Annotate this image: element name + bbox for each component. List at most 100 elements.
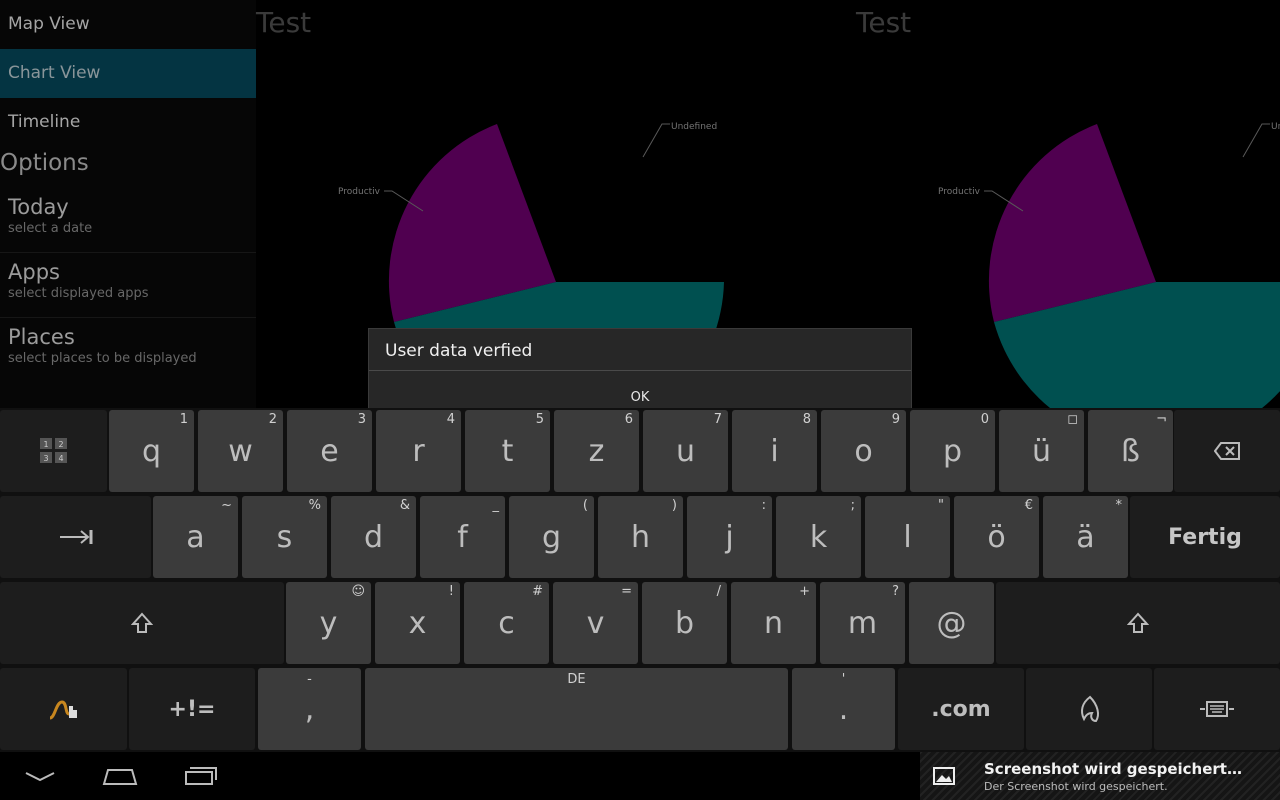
key-hint: % bbox=[308, 498, 321, 513]
keyboard-hide-icon bbox=[1200, 701, 1234, 717]
key-i[interactable]: 8i bbox=[732, 410, 817, 492]
key-label: x bbox=[408, 605, 427, 641]
key-hint: 3 bbox=[357, 412, 366, 427]
key-z[interactable]: 6z bbox=[554, 410, 639, 492]
hide-keyboard-key[interactable] bbox=[1154, 668, 1280, 750]
key-hint: 5 bbox=[535, 412, 544, 427]
language-label: DE bbox=[567, 672, 586, 687]
key-label: r bbox=[412, 433, 425, 469]
key-l[interactable]: " l bbox=[865, 496, 950, 578]
key-t[interactable]: 5t bbox=[465, 410, 550, 492]
key-hint: ' bbox=[841, 672, 846, 687]
back-button[interactable] bbox=[0, 758, 80, 794]
key-hint: ! bbox=[448, 584, 454, 599]
key-b[interactable]: / b bbox=[642, 582, 727, 664]
key-hint: 0 bbox=[980, 412, 989, 427]
key-hint: + bbox=[799, 584, 810, 599]
key-n[interactable]: + n bbox=[731, 582, 816, 664]
key-o[interactable]: 9o bbox=[821, 410, 906, 492]
key-hint: ( bbox=[582, 498, 588, 513]
key-label: j bbox=[725, 519, 734, 555]
key-hint: 6 bbox=[624, 412, 633, 427]
comma-key[interactable]: - , bbox=[258, 668, 361, 750]
key-ä[interactable]: * ä bbox=[1043, 496, 1128, 578]
key-label: v bbox=[586, 605, 605, 641]
key-p[interactable]: 0p bbox=[910, 410, 995, 492]
svg-text:1: 1 bbox=[43, 440, 48, 449]
key-hint: ) bbox=[671, 498, 677, 513]
key-j[interactable]: :j bbox=[687, 496, 772, 578]
key-label: z bbox=[588, 433, 605, 469]
key-u[interactable]: 7u bbox=[643, 410, 728, 492]
swype-key[interactable] bbox=[0, 668, 127, 750]
key-label: c bbox=[498, 605, 515, 641]
key-label: n bbox=[763, 605, 783, 641]
shift-key-right[interactable] bbox=[996, 582, 1280, 664]
svg-text:3: 3 bbox=[43, 454, 48, 463]
tab-key[interactable] bbox=[0, 496, 151, 578]
key-label: d bbox=[363, 519, 384, 555]
space-key[interactable]: DE bbox=[365, 668, 788, 750]
key-c[interactable]: # c bbox=[464, 582, 549, 664]
key-label: m bbox=[847, 605, 878, 641]
key-label: t bbox=[501, 433, 514, 469]
done-key[interactable]: Fertig bbox=[1130, 496, 1280, 578]
key-q[interactable]: 1q bbox=[109, 410, 194, 492]
key-label: ä bbox=[1076, 519, 1095, 555]
key-hint: ; bbox=[850, 498, 855, 513]
key-label: @ bbox=[936, 605, 967, 641]
recents-button[interactable] bbox=[160, 758, 240, 794]
key-s[interactable]: % s bbox=[242, 496, 327, 578]
key-label: ü bbox=[1031, 433, 1051, 469]
key-label: g bbox=[541, 519, 562, 555]
backspace-icon bbox=[1214, 442, 1240, 460]
symbols-key[interactable]: +!= bbox=[129, 668, 255, 750]
key-d[interactable]: & d bbox=[331, 496, 416, 578]
key-hint: ~ bbox=[221, 498, 232, 513]
screenshot-notification[interactable]: Screenshot wird gespeichert… Der Screens… bbox=[920, 752, 1280, 800]
dialog-title: User data verfied bbox=[369, 329, 911, 371]
shift-icon bbox=[1127, 612, 1149, 633]
key-label: u bbox=[675, 433, 695, 469]
key-h[interactable]: ) h bbox=[598, 496, 683, 578]
key-label: p bbox=[942, 433, 963, 469]
key-r[interactable]: 4r bbox=[376, 410, 461, 492]
numpad-key[interactable]: 1 2 3 4 bbox=[0, 410, 107, 492]
key-hint: 2 bbox=[268, 412, 277, 427]
key-g[interactable]: (g bbox=[509, 496, 594, 578]
key-f[interactable]: _ f bbox=[420, 496, 505, 578]
key-hint: " bbox=[938, 498, 944, 513]
dragon-key[interactable] bbox=[1026, 668, 1152, 750]
key-hint: ☺ bbox=[351, 584, 365, 599]
key-y[interactable]: ☺ y bbox=[286, 582, 371, 664]
key-hint: : bbox=[761, 498, 766, 513]
key-ö[interactable]: € ö bbox=[954, 496, 1039, 578]
key-hint: = bbox=[621, 584, 632, 599]
key-a[interactable]: ~ a bbox=[153, 496, 238, 578]
period-key[interactable]: ' . bbox=[792, 668, 895, 750]
home-button[interactable] bbox=[80, 758, 160, 794]
shift-key-left[interactable] bbox=[0, 582, 284, 664]
key-ß[interactable]: ¬ ß bbox=[1088, 410, 1173, 492]
key-v[interactable]: = v bbox=[553, 582, 638, 664]
backspace-key[interactable] bbox=[1174, 410, 1280, 492]
dotcom-key[interactable]: .com bbox=[898, 668, 1024, 750]
key-w[interactable]: 2w bbox=[198, 410, 283, 492]
key-label: ß bbox=[1121, 433, 1140, 469]
key-k[interactable]: ; k bbox=[776, 496, 861, 578]
key-label: k bbox=[809, 519, 828, 555]
numpad-icon: 1 2 3 4 bbox=[39, 438, 67, 463]
key-@[interactable]: @ bbox=[909, 582, 994, 664]
notification-subtitle: Der Screenshot wird gespeichert. bbox=[984, 780, 1168, 793]
key-label: y bbox=[319, 605, 338, 641]
key-x[interactable]: ! x bbox=[375, 582, 460, 664]
key-m[interactable]: ? m bbox=[820, 582, 905, 664]
key-hint: _ bbox=[492, 498, 500, 513]
key-label: , bbox=[304, 691, 315, 727]
notification-title: Screenshot wird gespeichert… bbox=[984, 760, 1242, 778]
key-label: o bbox=[854, 433, 873, 469]
key-ü[interactable]: ◻ ü bbox=[999, 410, 1084, 492]
key-e[interactable]: 3e bbox=[287, 410, 372, 492]
shift-icon bbox=[131, 612, 153, 633]
key-hint: ¬ bbox=[1156, 412, 1167, 427]
